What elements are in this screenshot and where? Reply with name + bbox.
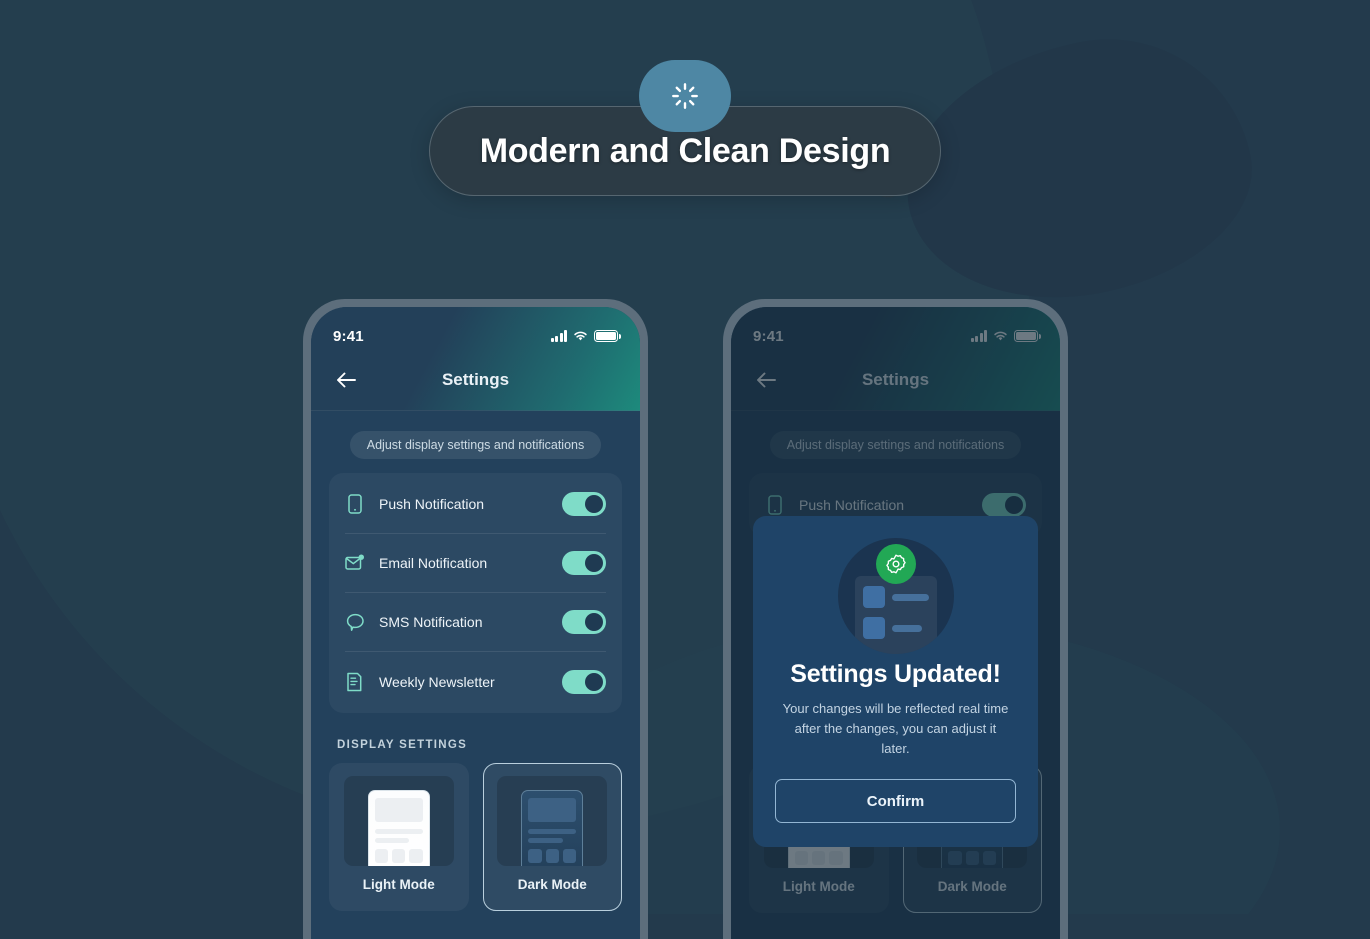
theme-name-dark: Dark Mode	[517, 877, 587, 892]
screen-header: 9:41 Settings	[311, 307, 640, 411]
mobile-phone-icon	[345, 493, 365, 515]
notification-toggle-sms[interactable]	[562, 610, 606, 634]
theme-card-dark[interactable]: Dark Mode	[482, 763, 622, 911]
confirm-button[interactable]: Confirm	[775, 779, 1016, 824]
nav-bar: Settings	[333, 353, 618, 407]
notification-row-newsletter[interactable]: Weekly Newsletter	[345, 652, 606, 711]
document-list-icon	[345, 671, 365, 693]
hint-row: Adjust display settings and notification…	[311, 411, 640, 473]
toggle-knob	[585, 613, 603, 631]
banner-badge	[639, 60, 731, 132]
display-settings-label: DISPLAY SETTINGS	[337, 739, 468, 751]
toggle-knob	[585, 554, 603, 572]
notification-toggle-push[interactable]	[562, 492, 606, 516]
status-icons	[550, 330, 621, 342]
illustration-card	[854, 576, 937, 654]
notification-toggle-newsletter[interactable]	[562, 669, 606, 694]
wifi-icon	[574, 331, 587, 341]
settings-updated-dialog: Settings Updated! Your changes will be r…	[753, 516, 1038, 848]
notification-label: Weekly Newsletter	[379, 673, 495, 690]
notification-label: SMS Notification	[379, 614, 483, 630]
theme-thumbnail-dark	[497, 776, 608, 866]
banner-title: Modern and Clean Design	[479, 131, 891, 170]
page-title: Settings	[441, 370, 510, 389]
notification-label: Push Notification	[379, 496, 485, 512]
notification-toggle-email[interactable]	[562, 551, 606, 575]
phone-primary-screen: 9:41 Settings Adjust display settings an…	[311, 307, 640, 939]
envelope-badge-icon	[345, 552, 365, 574]
theme-card-light[interactable]: Light Mode	[329, 763, 469, 911]
cellular-signal-icon	[550, 330, 567, 342]
dialog-illustration	[837, 538, 954, 654]
toggle-knob	[585, 495, 603, 513]
hint-pill: Adjust display settings and notification…	[349, 431, 602, 459]
theme-thumbnail-light	[343, 776, 454, 866]
notification-row-email[interactable]: Email Notification	[345, 534, 606, 593]
light-mode-mockup	[367, 790, 430, 866]
notification-settings-card: Push Notification Email Notification SMS…	[329, 473, 622, 713]
dialog-description: Your changes will be reflected real time…	[782, 701, 1009, 757]
dark-mode-mockup	[521, 790, 584, 866]
dialog-title: Settings Updated!	[790, 660, 1001, 688]
theme-options-row: Light Mode Dark Mode	[311, 763, 640, 911]
speech-bubble-icon	[345, 611, 365, 633]
phone-with-dialog: 9:41 Settings	[723, 299, 1068, 939]
settings-gear-badge-icon	[875, 544, 916, 584]
back-arrow-icon[interactable]	[333, 367, 359, 393]
phone-dialog-screen: 9:41 Settings	[731, 307, 1060, 939]
loading-spinner-icon	[672, 83, 698, 109]
phone-primary: 9:41 Settings Adjust display settings an…	[303, 299, 648, 939]
status-bar: 9:41	[333, 325, 621, 347]
battery-full-icon	[594, 330, 621, 342]
toggle-knob	[585, 672, 603, 691]
status-time: 9:41	[333, 327, 364, 345]
notification-row-push[interactable]: Push Notification	[345, 475, 606, 534]
notification-label: Email Notification	[379, 555, 488, 571]
notification-row-sms[interactable]: SMS Notification	[345, 593, 606, 652]
theme-name-light: Light Mode	[362, 877, 435, 892]
header-banner: Modern and Clean Design	[0, 60, 1370, 196]
